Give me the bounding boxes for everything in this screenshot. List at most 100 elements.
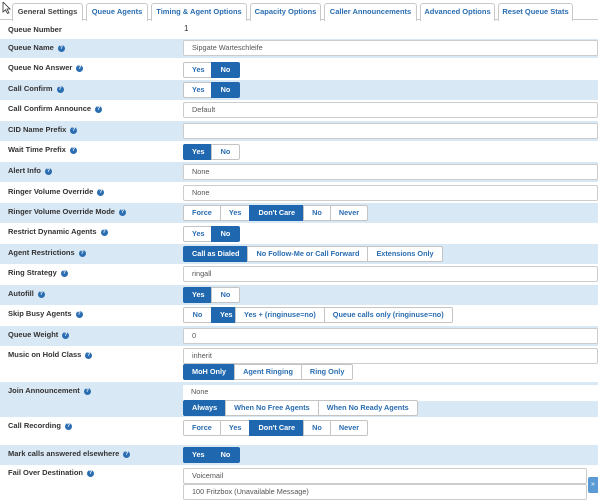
autofill-no[interactable]: No: [211, 287, 240, 303]
help-icon[interactable]: ?: [87, 470, 95, 477]
agent-restrictions-label: Agent Restrictions?: [8, 248, 86, 257]
skip-busy-no[interactable]: No: [183, 307, 212, 323]
join-when-no-ready-agents[interactable]: When No Ready Agents: [317, 400, 418, 416]
row-autofill: Autofill? Yes No: [0, 285, 598, 305]
help-icon[interactable]: ?: [76, 65, 84, 72]
chevron-right-icon[interactable]: »: [588, 477, 598, 493]
music-on-hold-select[interactable]: inherit: [183, 348, 598, 364]
ringer-mode-yes[interactable]: Yes: [219, 205, 251, 221]
help-icon[interactable]: ?: [56, 86, 64, 93]
ringer-mode-never[interactable]: Never: [329, 205, 369, 221]
autofill-yes[interactable]: Yes: [183, 287, 212, 303]
ringer-volume-override-select[interactable]: None: [183, 185, 598, 201]
wait-time-prefix-toggle: Yes No: [183, 144, 240, 160]
help-icon[interactable]: ?: [64, 423, 72, 430]
wait-time-prefix-yes[interactable]: Yes: [183, 144, 212, 160]
call-confirm-announce-label: Call Confirm Announce?: [8, 104, 103, 113]
alert-info-select[interactable]: None: [183, 164, 598, 180]
queue-no-answer-yes[interactable]: Yes: [183, 62, 212, 78]
help-icon[interactable]: ?: [83, 388, 91, 395]
agent-restrictions-extensions-only[interactable]: Extensions Only: [367, 246, 443, 262]
call-confirm-no[interactable]: No: [211, 82, 240, 98]
ring-strategy-label: Ring Strategy?: [8, 268, 68, 277]
skip-busy-yes[interactable]: Yes: [211, 307, 236, 323]
help-icon[interactable]: ?: [97, 189, 105, 196]
recording-yes[interactable]: Yes: [219, 420, 251, 436]
tab-timing-agent-options[interactable]: Timing & Agent Options: [151, 3, 247, 21]
queue-name-input[interactable]: Sipgate Warteschleife: [183, 40, 598, 56]
agent-restrictions-call-as-dialed[interactable]: Call as Dialed: [183, 246, 249, 262]
row-ringer-volume-override-mode: Ringer Volume Override Mode? Force Yes D…: [0, 203, 598, 223]
help-icon[interactable]: ?: [75, 311, 83, 318]
help-icon[interactable]: ?: [57, 45, 65, 52]
tab-capacity-options[interactable]: Capacity Options: [250, 3, 321, 21]
help-icon[interactable]: ?: [62, 332, 70, 339]
ringer-mode-dont-care[interactable]: Don't Care: [249, 205, 305, 221]
help-icon[interactable]: ?: [70, 127, 78, 134]
recording-dont-care[interactable]: Don't Care: [249, 420, 305, 436]
tab-reset-queue-stats[interactable]: Reset Queue Stats: [498, 3, 573, 21]
ringer-volume-override-label: Ringer Volume Override?: [8, 187, 105, 196]
row-skip-busy-agents: Skip Busy Agents? No Yes Yes + (ringinus…: [0, 305, 598, 326]
tab-advanced-options[interactable]: Advanced Options: [420, 3, 495, 21]
skip-busy-queue-calls-only[interactable]: Queue calls only (ringinuse=no): [323, 307, 453, 323]
moh-only[interactable]: MoH Only: [183, 364, 236, 380]
help-icon[interactable]: ?: [95, 106, 103, 113]
help-icon[interactable]: ?: [69, 147, 77, 154]
fail-over-type-select[interactable]: Voicemail: [183, 468, 587, 484]
row-call-recording: Call Recording? Force Yes Don't Care No …: [0, 417, 598, 445]
call-confirm-announce-select[interactable]: Default: [183, 102, 598, 118]
row-fail-over-destination: Fail Over Destination? Voicemail 100 Fri…: [0, 465, 598, 500]
ringer-mode-no[interactable]: No: [303, 205, 331, 221]
cid-name-prefix-label: CID Name Prefix?: [8, 125, 78, 134]
join-when-no-free-agents[interactable]: When No Free Agents: [225, 400, 319, 416]
tab-caller-announcements[interactable]: Caller Announcements: [324, 3, 417, 21]
mark-calls-yes[interactable]: Yes: [183, 447, 212, 463]
row-cid-name-prefix: CID Name Prefix?: [0, 121, 598, 141]
ring-strategy-select[interactable]: ringall: [183, 266, 598, 282]
row-queue-weight: Queue Weight? 0: [0, 326, 598, 346]
recording-no[interactable]: No: [303, 420, 331, 436]
join-always[interactable]: Always: [183, 400, 227, 416]
skip-busy-agents-label: Skip Busy Agents?: [8, 309, 83, 318]
help-icon[interactable]: ?: [85, 352, 93, 359]
fail-over-destination-select[interactable]: 100 Fritzbox (Unavailable Message): [183, 484, 587, 500]
cid-name-prefix-input[interactable]: [183, 123, 598, 139]
moh-ring-only[interactable]: Ring Only: [300, 364, 354, 380]
help-icon[interactable]: ?: [100, 229, 108, 236]
help-icon[interactable]: ?: [78, 250, 86, 257]
mark-calls-label: Mark calls answered elsewhere?: [8, 449, 131, 458]
ringer-volume-override-mode-label: Ringer Volume Override Mode?: [8, 207, 126, 216]
call-confirm-label: Call Confirm?: [8, 84, 64, 93]
row-ring-strategy: Ring Strategy? ringall: [0, 264, 598, 285]
recording-force[interactable]: Force: [183, 420, 221, 436]
queue-no-answer-no[interactable]: No: [211, 62, 240, 78]
moh-agent-ringing[interactable]: Agent Ringing: [234, 364, 302, 380]
mark-calls-toggle: Yes No: [183, 447, 240, 463]
ringer-mode-force[interactable]: Force: [183, 205, 221, 221]
row-join-announcement: Join Announcement? None Always When No F…: [0, 382, 598, 417]
help-icon[interactable]: ?: [60, 270, 68, 277]
wait-time-prefix-label: Wait Time Prefix?: [8, 145, 77, 154]
skip-busy-yes-ringinuse[interactable]: Yes + (ringinuse=no): [235, 307, 325, 323]
queue-weight-label: Queue Weight?: [8, 330, 70, 339]
tab-general-settings[interactable]: General Settings: [12, 3, 83, 21]
tab-queue-agents[interactable]: Queue Agents: [86, 3, 148, 21]
row-call-confirm-announce: Call Confirm Announce? Default: [0, 100, 598, 121]
agent-restrictions-no-follow-me[interactable]: No Follow-Me or Call Forward: [247, 246, 369, 262]
help-icon[interactable]: ?: [118, 209, 126, 216]
help-icon[interactable]: ?: [44, 168, 52, 175]
queue-weight-input[interactable]: 0: [183, 328, 598, 344]
queue-number-label: Queue Number: [8, 25, 62, 34]
recording-never[interactable]: Never: [329, 420, 369, 436]
join-announcement-select[interactable]: None: [183, 385, 598, 401]
help-icon[interactable]: ?: [123, 451, 131, 458]
call-confirm-yes[interactable]: Yes: [183, 82, 212, 98]
restrict-dynamic-agents-yes[interactable]: Yes: [183, 226, 212, 242]
restrict-dynamic-agents-no[interactable]: No: [211, 226, 240, 242]
help-icon[interactable]: ?: [37, 291, 45, 298]
mark-calls-no[interactable]: No: [211, 447, 240, 463]
restrict-dynamic-agents-label: Restrict Dynamic Agents?: [8, 227, 108, 236]
wait-time-prefix-no[interactable]: No: [211, 144, 240, 160]
autofill-label: Autofill?: [8, 289, 45, 298]
